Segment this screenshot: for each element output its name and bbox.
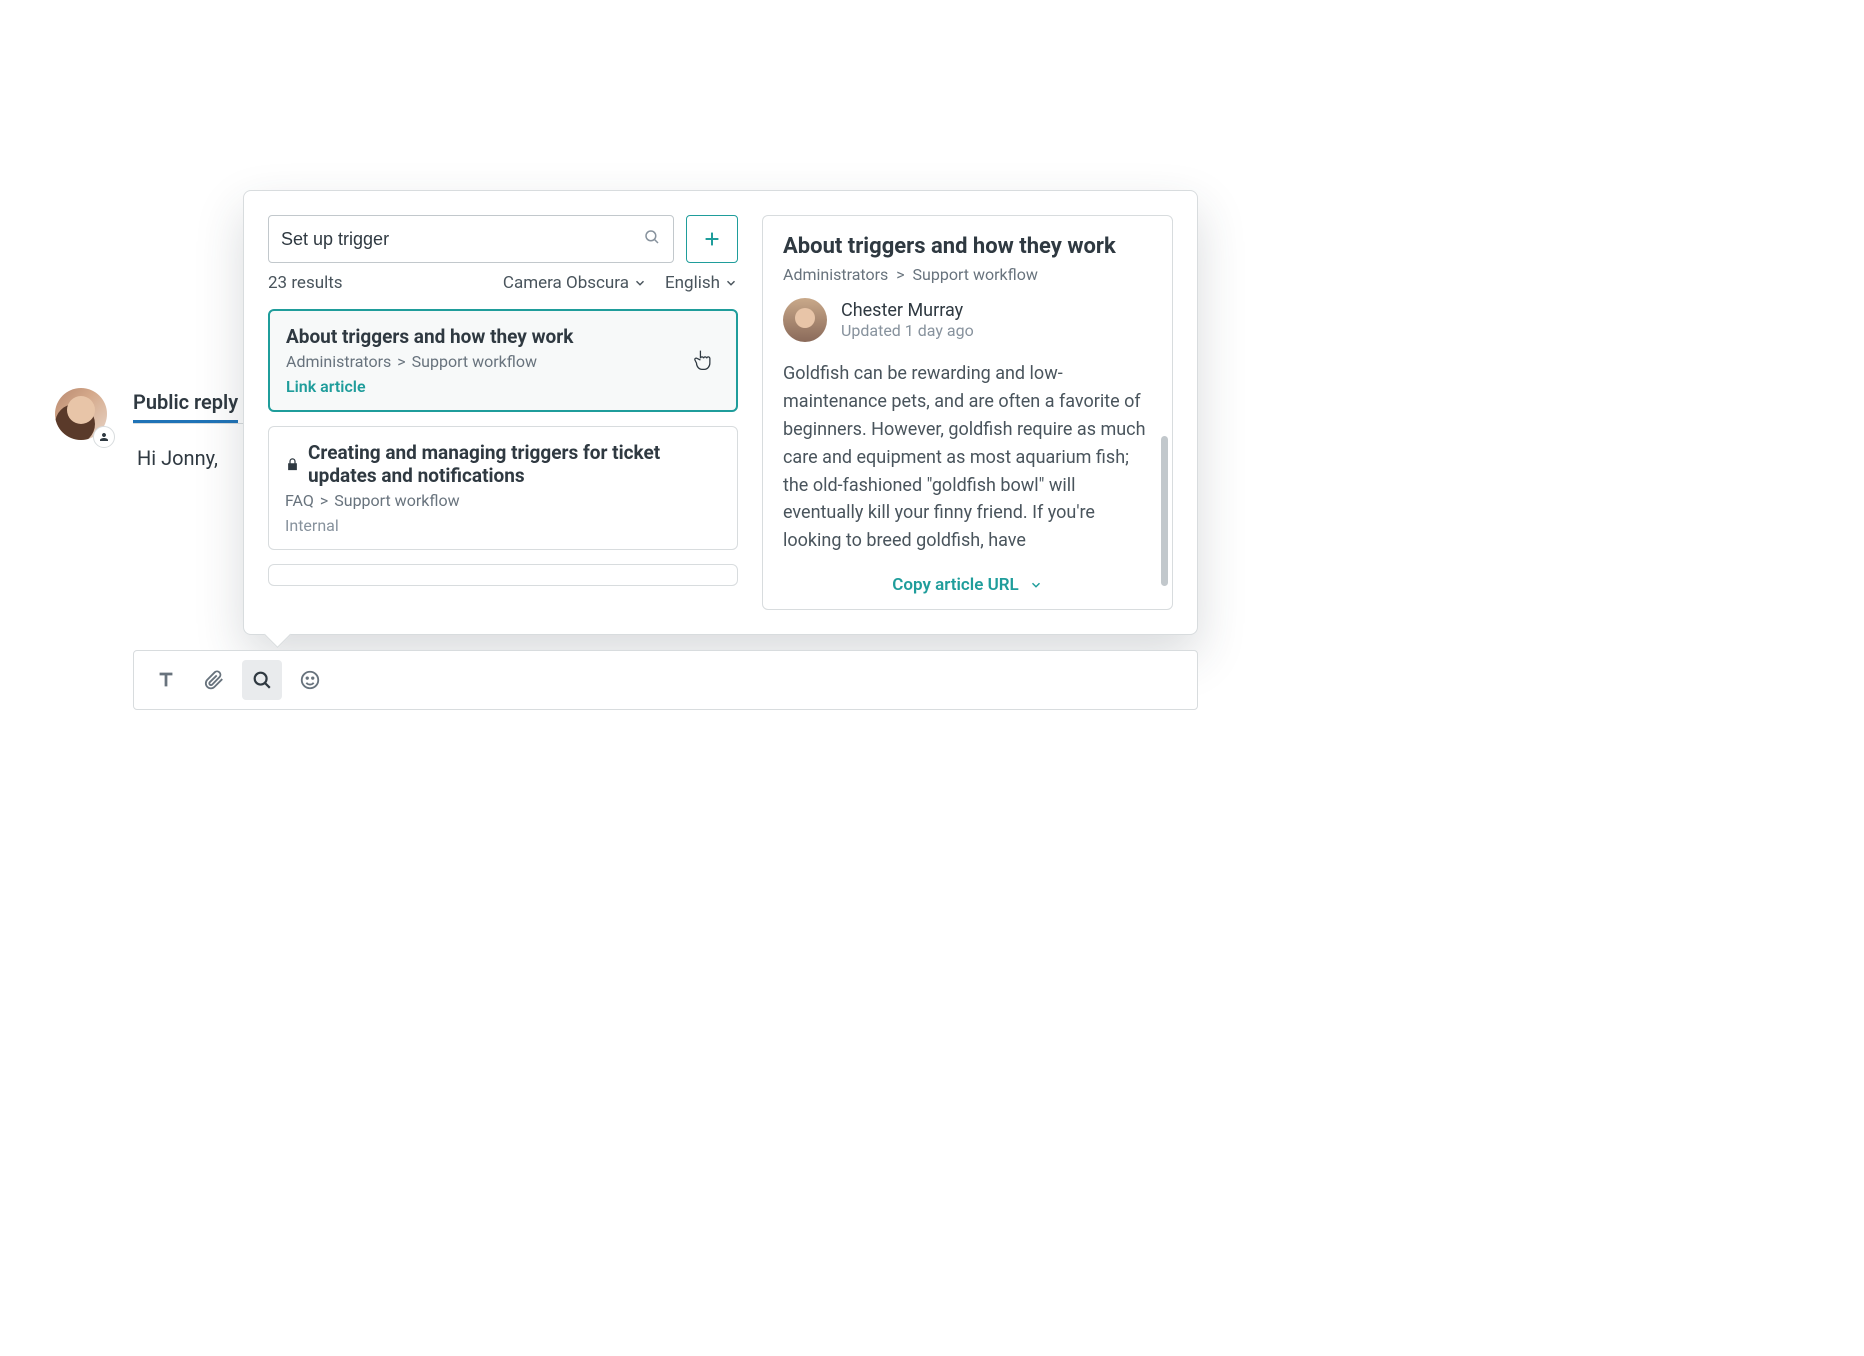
updated-timestamp: Updated 1 day ago [841,321,974,340]
editor-toolbar [133,650,1198,710]
preview-breadcrumb: Administrators > Support workflow [783,265,1152,284]
lock-icon [285,457,300,472]
results-count: 23 results [268,273,485,293]
chevron-down-icon [724,276,738,290]
internal-label: Internal [285,516,721,535]
pointer-cursor-icon [692,349,712,375]
tab-public-reply[interactable]: Public reply [133,384,238,423]
scrollbar[interactable] [1161,436,1168,586]
requester-avatar [55,388,111,444]
author-name: Chester Murray [841,300,974,321]
search-result-card[interactable]: Creating and managing triggers for ticke… [268,426,738,550]
attachment-button[interactable] [194,660,234,700]
knowledge-search-button[interactable] [242,660,282,700]
result-title: Creating and managing triggers for ticke… [285,441,721,487]
preview-title: About triggers and how they work [783,234,1152,259]
article-search-input-wrap [268,215,674,263]
text-format-button[interactable] [146,660,186,700]
user-badge-icon [93,426,115,448]
result-title: About triggers and how they work [286,325,720,348]
language-filter-dropdown[interactable]: English [665,273,738,293]
article-preview-panel: About triggers and how they work Adminis… [762,215,1173,610]
chevron-down-icon [633,276,647,290]
chevron-down-icon [1029,578,1043,592]
link-article-button[interactable]: Link article [286,377,720,396]
result-breadcrumb: FAQ>Support workflow [285,491,721,510]
result-breadcrumb: Administrators>Support workflow [286,352,720,371]
article-search-input[interactable] [281,229,643,250]
search-result-card[interactable] [268,564,738,586]
add-article-button[interactable] [686,215,738,263]
brand-filter-dropdown[interactable]: Camera Obscura [503,273,647,293]
copy-article-url-button[interactable]: Copy article URL [783,565,1152,595]
preview-body: Goldfish can be rewarding and low-mainte… [783,360,1152,565]
emoji-button[interactable] [290,660,330,700]
author-avatar [783,298,827,342]
search-icon [643,228,661,250]
search-result-card[interactable]: About triggers and how they work Adminis… [268,309,738,412]
knowledge-popover: 23 results Camera Obscura English About … [243,190,1198,635]
